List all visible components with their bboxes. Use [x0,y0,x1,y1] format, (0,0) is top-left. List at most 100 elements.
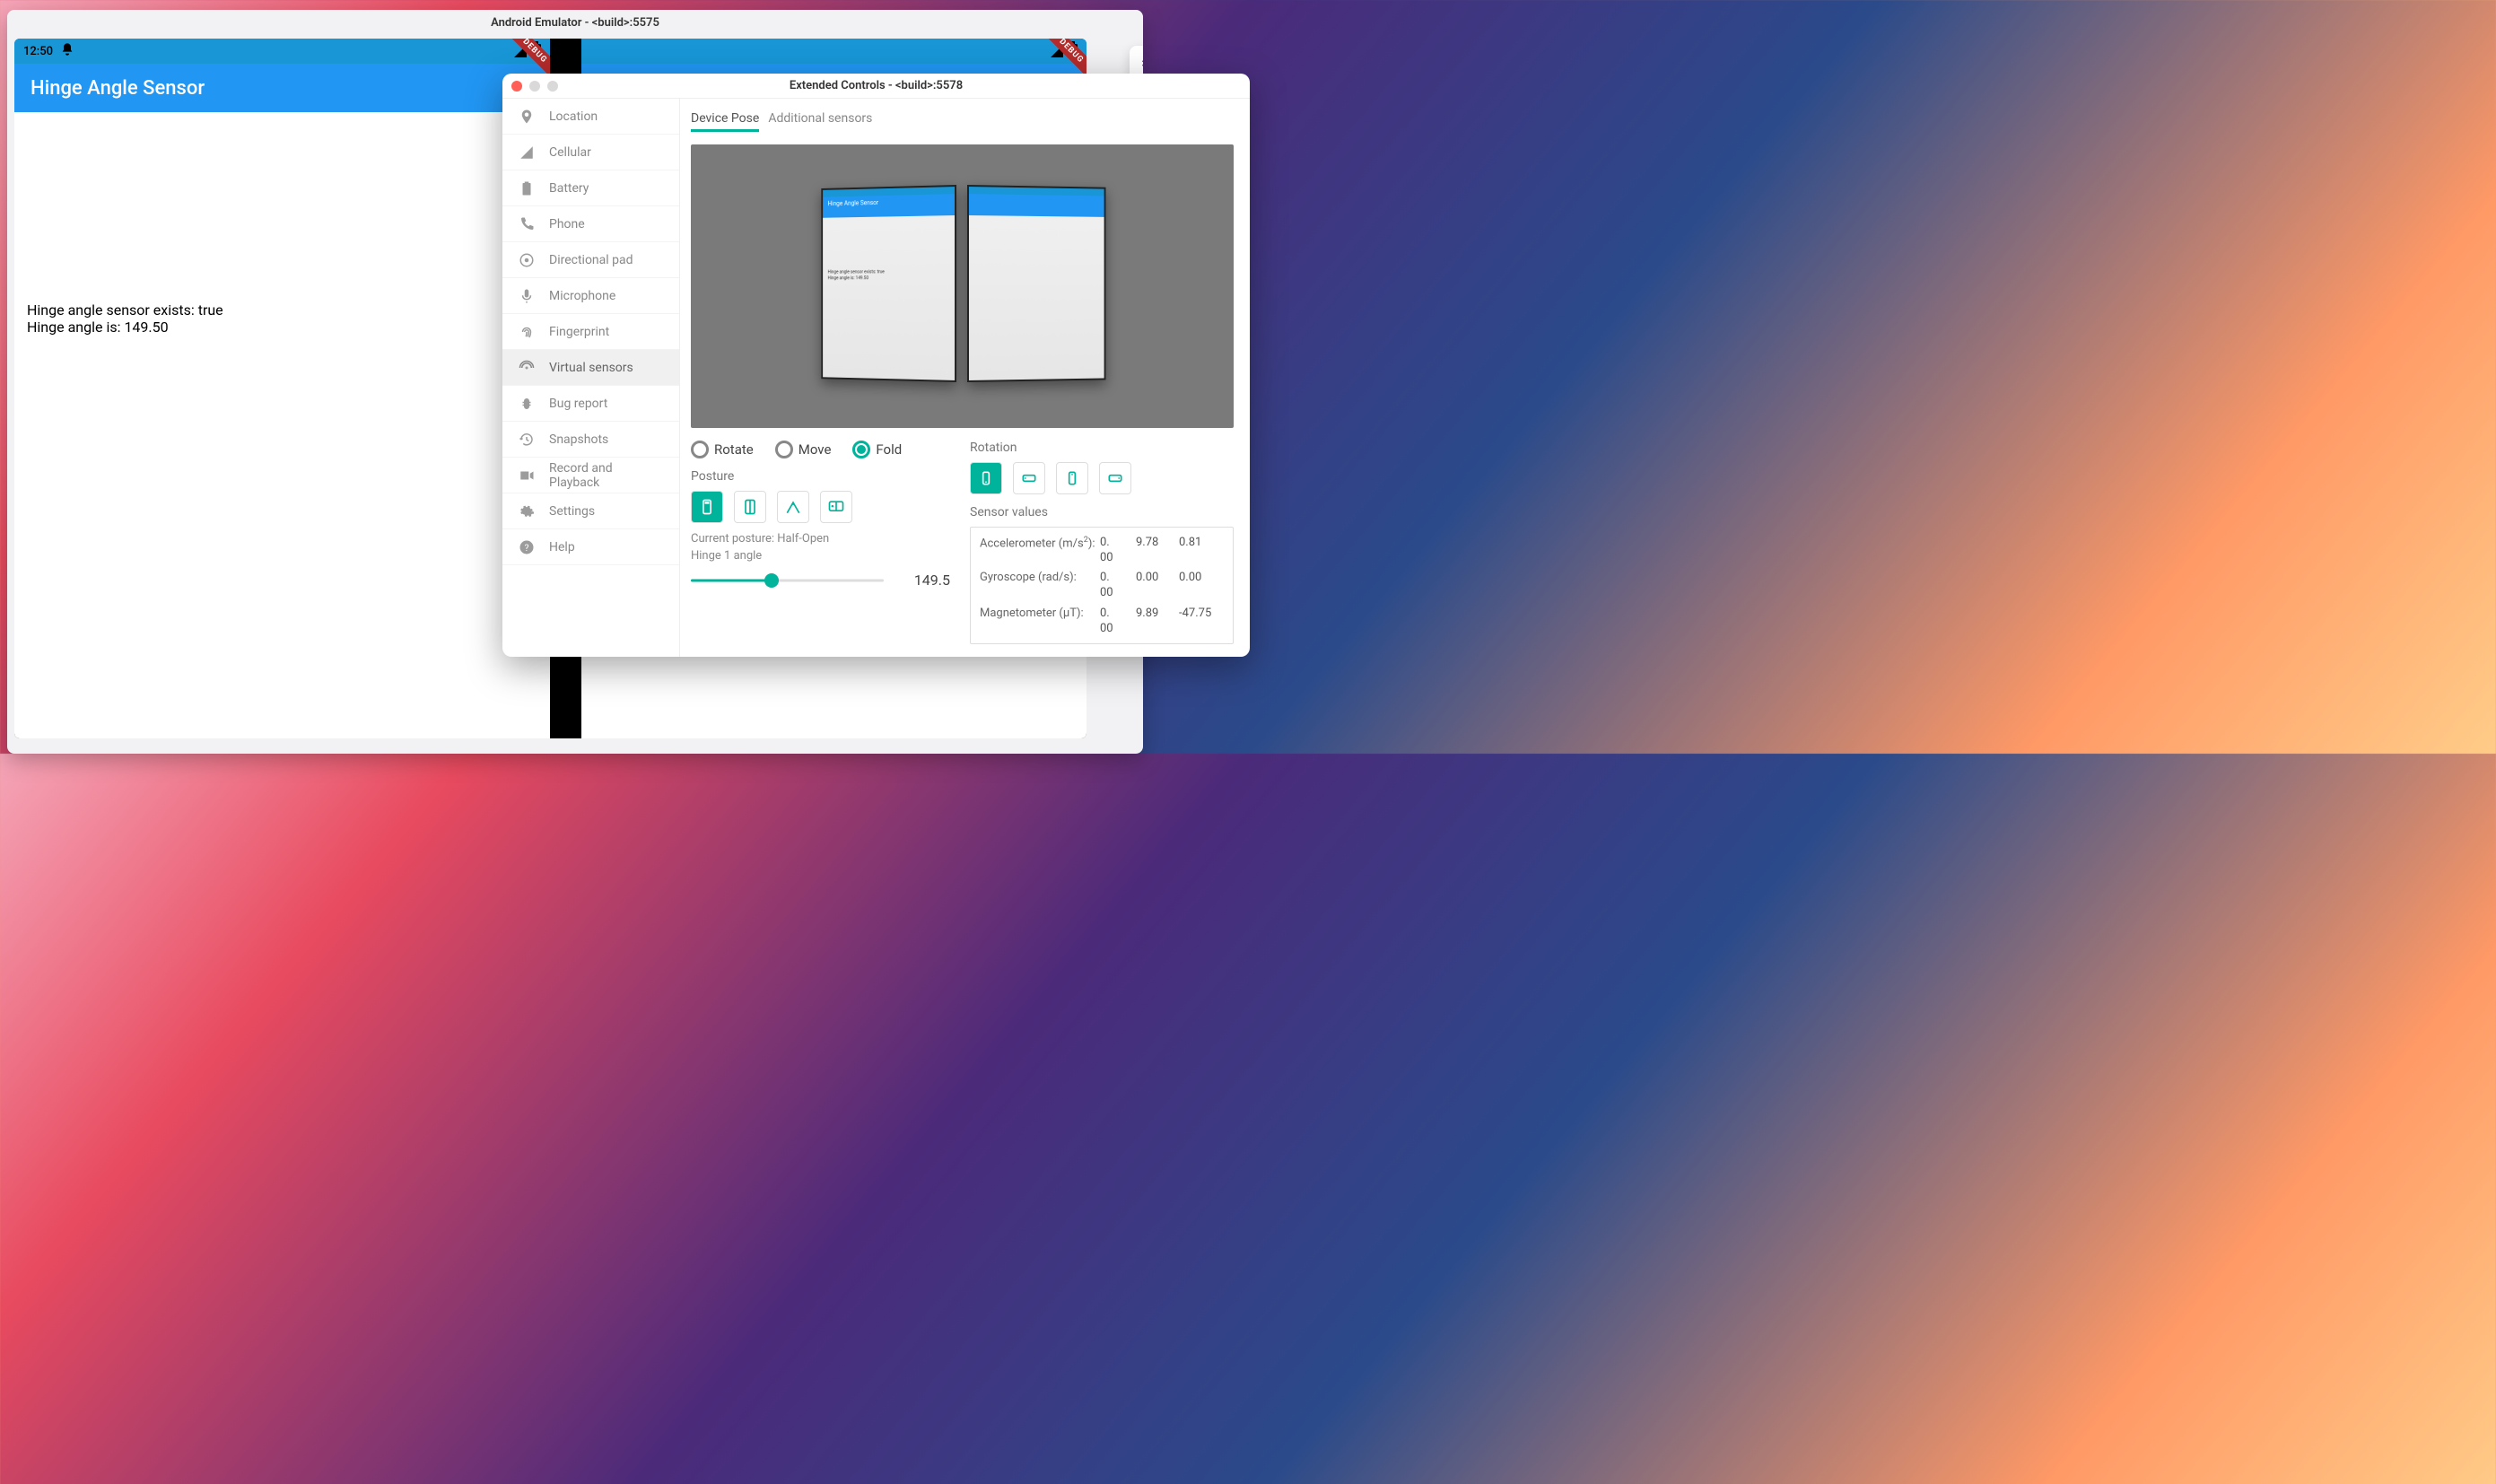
emulator-titlebar[interactable]: Android Emulator - <build>:5575 [7,10,1143,35]
sidebar-item-bug-report[interactable]: Bug report [502,386,679,422]
ext-main: Device Pose Additional sensors Hinge Ang… [680,99,1250,657]
android-statusbar-right: DEBUG [581,39,1087,64]
sensor-v3: 0.00 [1179,571,1224,601]
sensor-row-gyro: Gyroscope (rad/s): 0. 00 0.00 0.00 [980,568,1224,604]
extended-controls-window: Extended Controls - <build>:5578 Locatio… [502,74,1250,657]
sensor-v2: 9.89 [1136,607,1175,637]
emulator-left-pane: 12:50 DEBUG Hinge Angle Sensor Hinge ang… [14,39,550,738]
pose-mode-radios: Rotate Move Fold [691,441,950,458]
sensor-v1: 0. 00 [1100,536,1132,566]
sensor-v3: 0.81 [1179,536,1224,566]
bug-icon [519,396,535,412]
current-posture-text: Current posture: Half-Open [691,532,950,546]
hinge-angle-value: 149.5 [902,572,950,589]
fingerprint-icon [519,324,535,340]
sensor-label: Magnetometer (μT): [980,607,1096,637]
device-pose-preview[interactable]: Hinge Angle Sensor Hinge angle sensor ex… [691,144,1234,428]
cellular-icon [519,144,535,161]
sidebar-item-fingerprint[interactable]: Fingerprint [502,314,679,350]
svg-text:?: ? [525,541,529,553]
sidebar-item-record-playback[interactable]: Record and Playback [502,458,679,493]
rotation-label: Rotation [970,441,1234,455]
sidebar-item-microphone[interactable]: Microphone [502,278,679,314]
history-icon [519,432,535,448]
nav-pill-left[interactable] [229,729,336,733]
hinge-angle-label: Hinge 1 angle [691,549,950,563]
android-statusbar: 12:50 DEBUG [14,39,550,64]
hinge-angle-text: Hinge angle is: 149.50 [27,319,537,336]
ext-titlebar[interactable]: Extended Controls - <build>:5578 [502,74,1250,99]
radio-circle-icon [852,441,870,458]
rotation-landscape-left-button[interactable] [1013,462,1045,494]
sensor-values-title: Sensor values [970,505,1234,519]
sidebar-item-label: Record and Playback [549,461,663,490]
sensor-row-accel: Accelerometer (m/s2): 0. 00 9.78 0.81 [980,533,1224,569]
posture-closed-button[interactable] [691,491,723,523]
sensor-v1: 0. 00 [1100,607,1132,637]
sidebar-item-label: Location [549,109,598,124]
battery-sidebar-icon [519,180,535,196]
posture-tabletop-button[interactable] [820,491,852,523]
posture-buttons [691,491,950,523]
close-icon[interactable] [511,81,522,92]
radio-fold[interactable]: Fold [852,441,902,458]
radio-label: Fold [876,441,902,458]
mini-app-title: Hinge Angle Sensor [823,194,955,211]
radio-circle-icon [691,441,709,458]
rotation-portrait-rev-button[interactable] [1056,462,1088,494]
app-title: Hinge Angle Sensor [31,77,205,100]
sidebar-item-battery[interactable]: Battery [502,170,679,206]
sidebar-item-label: Cellular [549,145,591,160]
hinge-angle-slider[interactable] [691,572,884,589]
help-icon: ? [519,539,535,555]
sidebar-item-phone[interactable]: Phone [502,206,679,242]
rotation-portrait-button[interactable] [970,462,1002,494]
sensor-v2: 0.00 [1136,571,1175,601]
sidebar-item-snapshots[interactable]: Snapshots [502,422,679,458]
ext-sidebar: Location Cellular Battery Phone Directio… [502,99,680,657]
sidebar-item-label: Settings [549,504,595,519]
tab-additional-sensors[interactable]: Additional sensors [768,108,872,132]
radio-label: Rotate [714,441,754,458]
sidebar-item-label: Directional pad [549,253,633,267]
sensors-icon [519,360,535,376]
radio-label: Move [799,441,832,458]
sidebar-item-dpad[interactable]: Directional pad [502,242,679,278]
minimize-icon[interactable] [529,81,540,92]
radio-circle-icon [775,441,793,458]
rotation-landscape-right-button[interactable] [1099,462,1131,494]
sidebar-item-label: Snapshots [549,432,608,447]
hinge-exists-text: Hinge angle sensor exists: true [27,301,537,319]
sensor-v1: 0. 00 [1100,571,1132,601]
microphone-icon [519,288,535,304]
fold-device-render: Hinge Angle Sensor Hinge angle sensor ex… [815,185,1111,387]
zoom-icon[interactable] [547,81,558,92]
sidebar-item-label: Microphone [549,289,615,303]
sidebar-item-label: Battery [549,181,589,196]
radio-move[interactable]: Move [775,441,832,458]
rotation-buttons [970,462,1234,494]
nav-pill-right[interactable] [781,729,888,733]
sidebar-item-label: Phone [549,217,585,231]
dpad-icon [519,252,535,268]
bgwin-close-button[interactable]: × [1136,57,1143,71]
radio-rotate[interactable]: Rotate [691,441,754,458]
phone-icon [519,216,535,232]
tab-device-pose[interactable]: Device Pose [691,108,759,132]
sidebar-item-label: Help [549,540,575,554]
sidebar-item-settings[interactable]: Settings [502,493,679,529]
sidebar-item-help[interactable]: ? Help [502,529,679,565]
sidebar-item-virtual-sensors[interactable]: Virtual sensors [502,350,679,386]
sidebar-item-cellular[interactable]: Cellular [502,135,679,170]
sensor-row-mag: Magnetometer (μT): 0. 00 9.89 -47.75 [980,604,1224,640]
location-icon [519,109,535,125]
sensor-label: Gyroscope (rad/s): [980,571,1096,601]
posture-tent-button[interactable] [777,491,809,523]
posture-label: Posture [691,469,950,484]
camera-icon [519,467,535,484]
mini-app-text: Hinge angle sensor exists: true Hinge an… [823,215,955,281]
sensor-v3: -47.75 [1179,607,1224,637]
posture-halfopen-button[interactable] [734,491,766,523]
sidebar-item-location[interactable]: Location [502,99,679,135]
sidebar-item-label: Bug report [549,397,607,411]
